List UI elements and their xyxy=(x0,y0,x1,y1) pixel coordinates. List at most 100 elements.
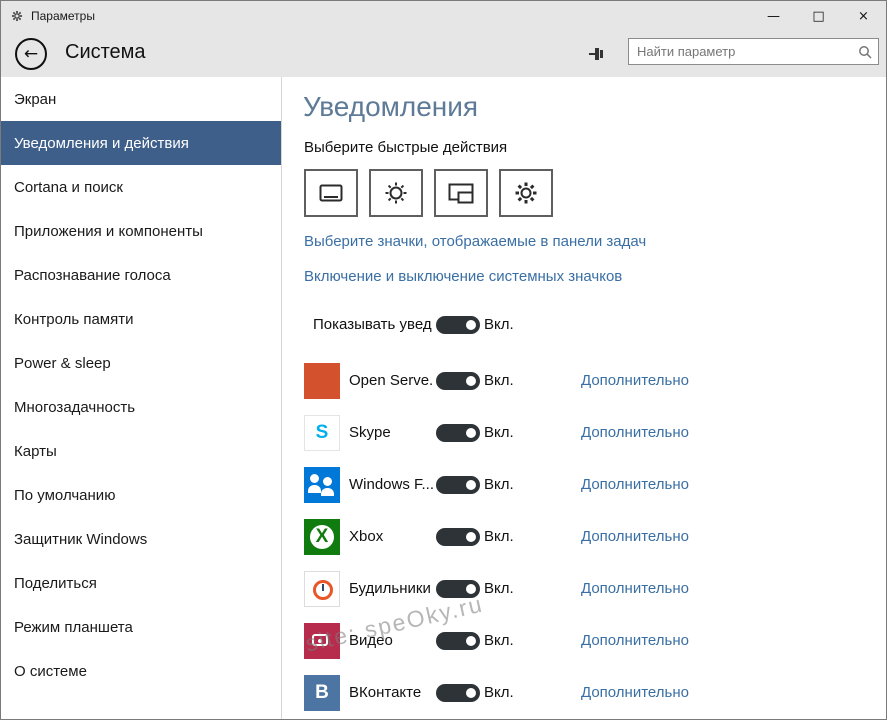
window-title: Параметры xyxy=(31,1,95,31)
sidebar-item-label: Многозадачность xyxy=(14,399,135,416)
app-icon xyxy=(304,571,340,607)
quick-action-brightness[interactable] xyxy=(369,169,423,217)
app-toggle[interactable] xyxy=(436,580,480,598)
sidebar-item-label: Поделиться xyxy=(14,575,97,592)
app-toggle[interactable] xyxy=(436,528,480,546)
app-toggle-state: Вкл. xyxy=(484,671,514,715)
quick-action-tablet-mode[interactable] xyxy=(304,169,358,217)
app-name: Xbox xyxy=(349,515,434,559)
settings-gear-icon xyxy=(510,177,542,209)
settings-window: Параметры — □ × ← Система xyxy=(0,0,887,720)
master-toggle-state: Вкл. xyxy=(484,303,514,347)
app-icon-glyph: X xyxy=(316,526,329,548)
app-more-link[interactable]: Дополнительно xyxy=(581,463,689,507)
sidebar-item-label: Распознавание голоса xyxy=(14,267,171,284)
app-toggle-state: Вкл. xyxy=(484,359,514,403)
app-name: Windows F... xyxy=(349,463,434,507)
app-name: Open Serve... xyxy=(349,359,434,403)
sidebar-item[interactable]: Уведомления и действия xyxy=(1,121,281,165)
app-more-link[interactable]: Дополнительно xyxy=(581,411,689,455)
search-icon xyxy=(858,45,872,59)
app-toggle-state: Вкл. xyxy=(484,567,514,611)
sidebar: Экран Уведомления и действия Cortana и п… xyxy=(1,77,282,719)
toggle-knob xyxy=(466,636,476,646)
toggle-knob xyxy=(466,480,476,490)
toggle-knob xyxy=(466,688,476,698)
title-bar[interactable]: Параметры — □ × xyxy=(1,1,886,31)
window-controls: — □ × xyxy=(751,1,886,31)
search-input[interactable] xyxy=(629,39,878,64)
app-notification-list: Open Serve... Вкл. Дополнительно S Skype… xyxy=(304,359,886,720)
quick-action-connect[interactable] xyxy=(434,169,488,217)
master-toggle-row: Показывать увед... Вкл. xyxy=(304,303,886,347)
master-toggle-label: Показывать увед... xyxy=(313,303,433,347)
app-row: S Skype Вкл. Дополнительно xyxy=(304,411,886,455)
app-icon: S xyxy=(304,415,340,451)
sidebar-item-label: Power & sleep xyxy=(14,355,111,372)
app-toggle[interactable] xyxy=(436,424,480,442)
toggle-knob xyxy=(466,428,476,438)
settings-gear-icon xyxy=(10,9,24,23)
app-icon-glyph: S xyxy=(316,422,329,444)
app-icon xyxy=(304,363,340,399)
app-name: Skype xyxy=(349,411,434,455)
app-toggle-state: Вкл. xyxy=(484,515,514,559)
sidebar-item-label: Уведомления и действия xyxy=(14,135,189,152)
sidebar-item[interactable]: Контроль памяти xyxy=(1,297,281,341)
tablet-mode-icon xyxy=(315,177,347,209)
sidebar-item[interactable]: Cortana и поиск xyxy=(1,165,281,209)
page-section-title: Система xyxy=(65,41,146,64)
sidebar-item[interactable]: О системе xyxy=(1,649,281,693)
sidebar-item[interactable]: Поделиться xyxy=(1,561,281,605)
connect-icon xyxy=(445,177,477,209)
app-toggle[interactable] xyxy=(436,684,480,702)
brightness-icon xyxy=(380,177,412,209)
app-row: Видео Вкл. Дополнительно xyxy=(304,619,886,663)
app-more-link[interactable]: Дополнительно xyxy=(581,567,689,611)
app-row: В ВКонтакте Вкл. Дополнительно xyxy=(304,671,886,715)
toggle-knob xyxy=(466,320,476,330)
app-toggle[interactable] xyxy=(436,476,480,494)
sidebar-item-label: Режим планшета xyxy=(14,619,133,636)
app-row: Будильники Вкл. Дополнительно xyxy=(304,567,886,611)
toggle-knob xyxy=(466,376,476,386)
app-toggle-state: Вкл. xyxy=(484,411,514,455)
system-icons-link[interactable]: Включение и выключение системных значков xyxy=(304,268,622,285)
maximize-button[interactable]: □ xyxy=(796,1,841,31)
page-title: Уведомления xyxy=(303,91,478,123)
sidebar-item-label: Cortana и поиск xyxy=(14,179,123,196)
sidebar-item[interactable]: По умолчанию xyxy=(1,473,281,517)
sidebar-item-label: Карты xyxy=(14,443,57,460)
sidebar-item[interactable]: Приложения и компоненты xyxy=(1,209,281,253)
notifications-toggle[interactable] xyxy=(436,316,480,334)
app-icon xyxy=(304,623,340,659)
app-toggle[interactable] xyxy=(436,372,480,390)
minimize-button[interactable]: — xyxy=(751,1,796,31)
sidebar-item[interactable]: Многозадачность xyxy=(1,385,281,429)
sidebar-item[interactable]: Power & sleep xyxy=(1,341,281,385)
sidebar-item[interactable]: Защитник Windows xyxy=(1,517,281,561)
app-toggle[interactable] xyxy=(436,632,480,650)
sidebar-item[interactable]: Карты xyxy=(1,429,281,473)
main-panel: Уведомления Выберите быстрые действия xyxy=(282,77,886,719)
app-more-link[interactable]: Дополнительно xyxy=(581,619,689,663)
taskbar-icons-link[interactable]: Выберите значки, отображаемые в панели з… xyxy=(304,233,646,250)
app-more-link[interactable]: Дополнительно xyxy=(581,671,689,715)
window-chrome: Параметры — □ × ← Система xyxy=(1,1,886,77)
app-toggle-state: Вкл. xyxy=(484,619,514,663)
app-row: Open Serve... Вкл. Дополнительно xyxy=(304,359,886,403)
sidebar-item-label: По умолчанию xyxy=(14,487,115,504)
close-button[interactable]: × xyxy=(841,1,886,31)
back-button[interactable]: ← xyxy=(15,38,47,70)
sidebar-item[interactable]: Режим планшета xyxy=(1,605,281,649)
sidebar-item-label: О системе xyxy=(14,663,87,680)
app-more-link[interactable]: Дополнительно xyxy=(581,515,689,559)
sidebar-item[interactable]: Распознавание голоса xyxy=(1,253,281,297)
pin-icon[interactable] xyxy=(586,44,606,64)
sidebar-item-label: Приложения и компоненты xyxy=(14,223,203,240)
quick-action-settings[interactable] xyxy=(499,169,553,217)
toggle-knob xyxy=(466,584,476,594)
sidebar-item[interactable]: Экран xyxy=(1,77,281,121)
app-more-link[interactable]: Дополнительно xyxy=(581,359,689,403)
app-icon: В xyxy=(304,675,340,711)
